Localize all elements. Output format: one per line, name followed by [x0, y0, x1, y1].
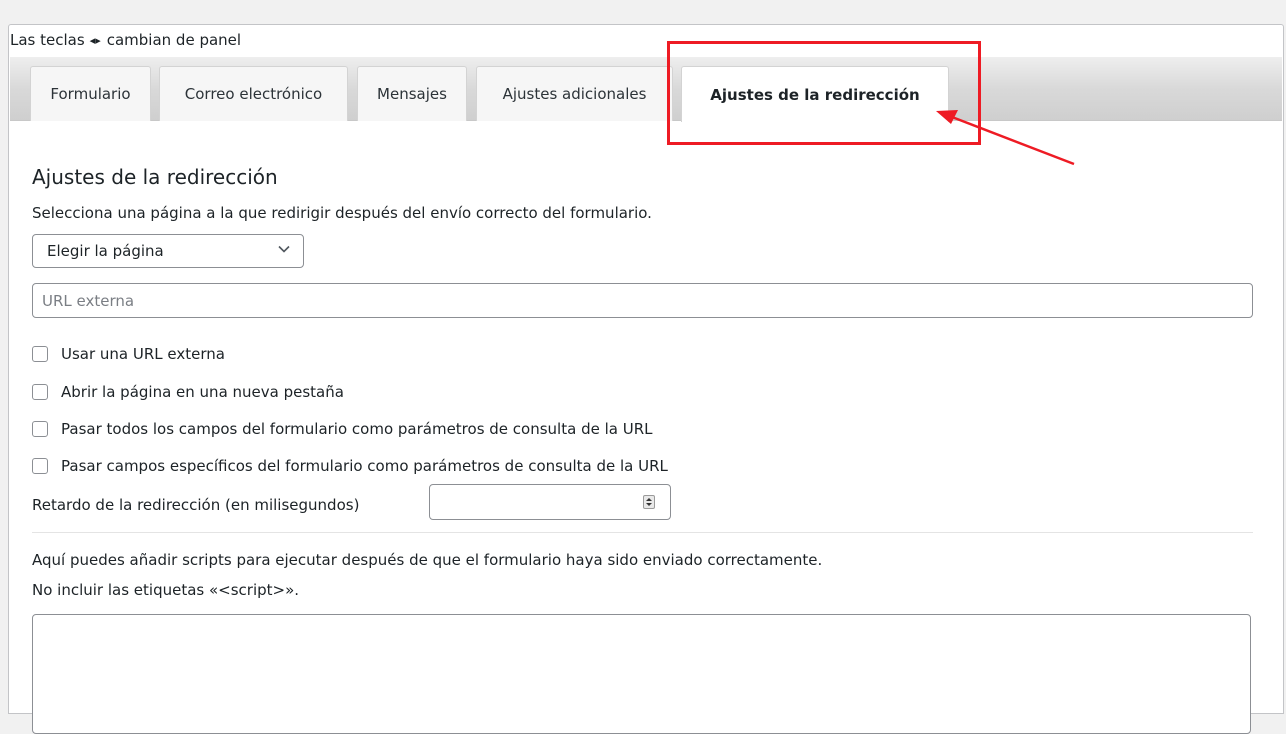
pointer-arrow-icon [936, 110, 1075, 166]
